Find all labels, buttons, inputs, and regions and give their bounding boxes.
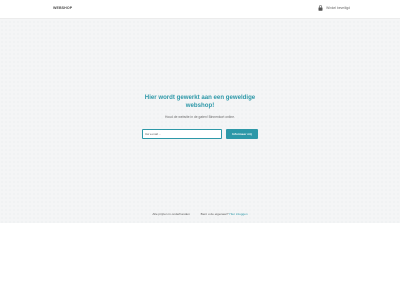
lock-icon — [318, 5, 323, 11]
footer-owner-text: Bent u de eigenaar? — [200, 212, 229, 216]
top-bar: WEBSHOP Winkel beveiligd — [0, 0, 400, 19]
secure-store-label: Winkel beveiligd — [326, 6, 350, 10]
hero-section: Hier wordt gewerkt aan een geweldige web… — [0, 94, 400, 119]
login-link[interactable]: Hier inloggen — [229, 212, 247, 216]
page-subtitle: Houd de website in de gaten! Binnenkort … — [164, 114, 235, 119]
maintenance-page: WEBSHOP Winkel beveiligd Hier wordt gewe… — [0, 0, 400, 223]
notify-button[interactable]: Informeer mij — [226, 129, 258, 139]
page-title: Hier wordt gewerkt aan een geweldige web… — [144, 94, 256, 110]
footer-prices-text: Alle prijzen in onderhanden — [152, 212, 190, 216]
secure-store-indicator: Winkel beveiligd — [318, 5, 350, 11]
notify-form: Uw e-mail ... Informeer mij — [142, 129, 258, 140]
email-field[interactable]: Uw e-mail ... — [142, 129, 222, 139]
footer: Alle prijzen in onderhanden Bent u de ei… — [0, 212, 400, 216]
brand-name: WEBSHOP — [53, 6, 73, 10]
